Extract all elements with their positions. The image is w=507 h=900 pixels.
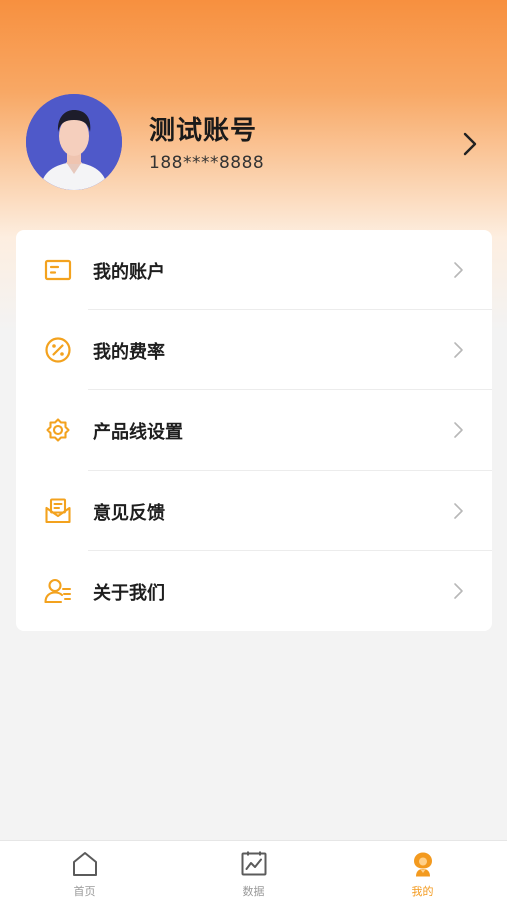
chevron-right-icon (454, 502, 463, 519)
menu-item-label: 我的费率 (93, 342, 165, 364)
home-icon (72, 852, 97, 876)
chevron-right-icon (454, 422, 463, 439)
chevron-right-icon[interactable] (458, 130, 482, 158)
wallet-card-icon (44, 259, 72, 281)
menu-item-feedback[interactable]: 意见反馈 (16, 471, 492, 551)
menu-card: 我的账户 我的费率 产品线设置 意见反馈 关于我们 (16, 230, 492, 631)
menu-item-about-us[interactable]: 关于我们 (16, 551, 492, 631)
phone-number: 188****8888 (149, 153, 265, 173)
chart-icon (241, 851, 266, 876)
tab-label: 首页 (73, 885, 96, 898)
chevron-right-icon (454, 582, 463, 599)
profile-section[interactable]: 测试账号 188****8888 (0, 94, 507, 194)
percent-icon (45, 337, 71, 363)
avatar[interactable] (26, 94, 122, 190)
avatar-person-icon (26, 94, 122, 190)
menu-item-label: 关于我们 (93, 582, 165, 604)
gear-icon (46, 418, 70, 442)
tab-mine[interactable]: 我的 (338, 841, 507, 900)
username: 测试账号 (149, 116, 258, 146)
feedback-mail-icon (45, 498, 71, 523)
tab-label: 我的 (411, 885, 434, 898)
bottom-tab-bar: 首页 数据 我的 (0, 840, 507, 900)
menu-item-label: 产品线设置 (93, 422, 183, 444)
tab-label: 数据 (242, 885, 265, 898)
menu-item-product-line-settings[interactable]: 产品线设置 (16, 390, 492, 471)
menu-item-label: 我的账户 (93, 262, 165, 283)
tab-home[interactable]: 首页 (0, 841, 169, 900)
chevron-right-icon (454, 342, 463, 358)
menu-item-my-account[interactable]: 我的账户 (16, 230, 492, 311)
chevron-right-icon (454, 262, 463, 278)
profile-icon (413, 852, 432, 877)
menu-item-label: 意见反馈 (93, 502, 165, 524)
tab-data[interactable]: 数据 (169, 841, 338, 900)
menu-item-my-rate[interactable]: 我的费率 (16, 310, 492, 391)
user-info-icon (44, 578, 71, 603)
